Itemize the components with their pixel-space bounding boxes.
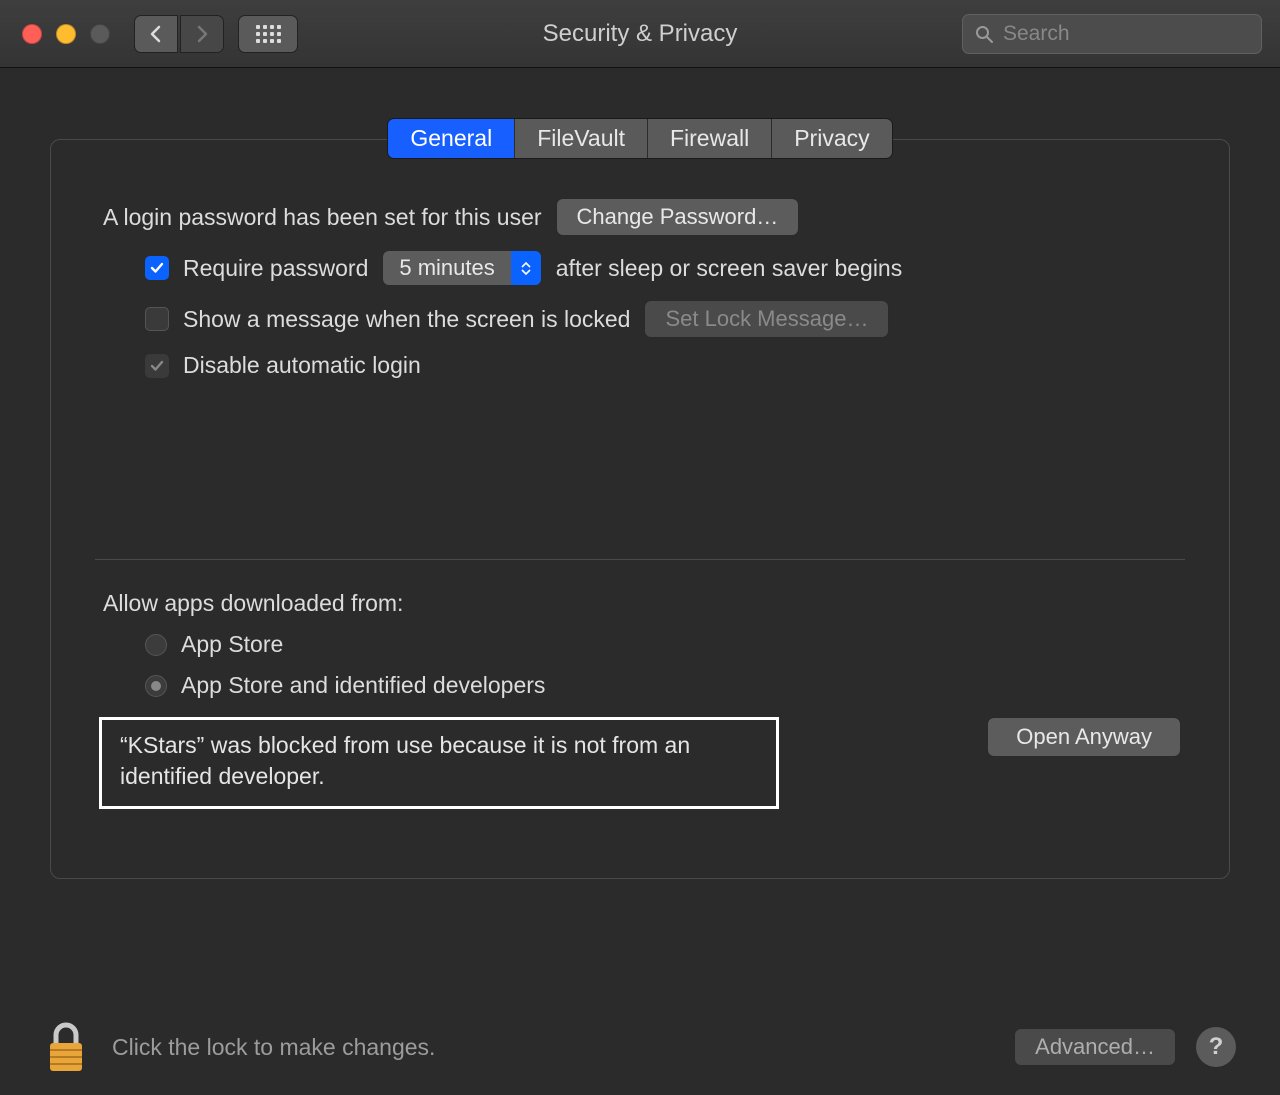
stepper-arrows-icon (511, 251, 541, 285)
disable-auto-login-checkbox (145, 354, 169, 378)
tab-privacy[interactable]: Privacy (772, 119, 891, 158)
blocked-app-message-box: “KStars” was blocked from use because it… (99, 717, 779, 809)
search-input[interactable] (1003, 22, 1274, 46)
search-field[interactable] (962, 14, 1262, 54)
help-icon: ? (1209, 1033, 1224, 1061)
require-password-checkbox[interactable] (145, 256, 169, 280)
check-icon (149, 358, 165, 374)
lock-icon (44, 1021, 88, 1073)
require-password-label-before: Require password (183, 255, 368, 282)
divider (95, 559, 1185, 560)
set-lock-message-button: Set Lock Message… (644, 300, 889, 338)
window-controls (22, 24, 110, 44)
close-window-button[interactable] (22, 24, 42, 44)
chevron-right-icon (195, 25, 209, 43)
show-all-prefs-button[interactable] (238, 15, 298, 53)
search-icon (975, 25, 993, 43)
tab-bar: General FileVault Firewall Privacy (50, 118, 1230, 159)
blocked-app-message: “KStars” was blocked from use because it… (120, 730, 758, 792)
show-lock-message-label: Show a message when the screen is locked (183, 306, 630, 333)
require-password-delay-value: 5 minutes (383, 255, 510, 281)
allow-apps-label: Allow apps downloaded from: (103, 590, 403, 617)
help-button[interactable]: ? (1196, 1027, 1236, 1067)
require-password-label-after: after sleep or screen saver begins (556, 255, 902, 282)
back-button[interactable] (134, 15, 178, 53)
toolbar: Security & Privacy (0, 0, 1280, 68)
radio-app-store-and-identified (145, 675, 167, 697)
lock-hint-label: Click the lock to make changes. (112, 1034, 435, 1061)
tab-firewall[interactable]: Firewall (648, 119, 772, 158)
require-password-delay-select[interactable]: 5 minutes (382, 250, 541, 286)
show-lock-message-checkbox (145, 307, 169, 331)
zoom-window-button (90, 24, 110, 44)
minimize-window-button[interactable] (56, 24, 76, 44)
change-password-button[interactable]: Change Password… (556, 198, 800, 236)
lock-button[interactable] (44, 1021, 88, 1073)
radio-app-store-and-identified-label: App Store and identified developers (181, 672, 545, 699)
general-panel: A login password has been set for this u… (50, 139, 1230, 879)
login-password-set-label: A login password has been set for this u… (103, 204, 542, 231)
grid-icon (256, 25, 281, 43)
tab-general[interactable]: General (388, 119, 515, 158)
chevron-left-icon (149, 25, 163, 43)
open-anyway-button[interactable]: Open Anyway (987, 717, 1181, 757)
check-icon (149, 260, 165, 276)
disable-auto-login-label: Disable automatic login (183, 352, 421, 379)
radio-app-store-label: App Store (181, 631, 283, 658)
footer: Click the lock to make changes. Advanced… (0, 1021, 1280, 1073)
advanced-button[interactable]: Advanced… (1014, 1028, 1176, 1066)
forward-button (180, 15, 224, 53)
radio-app-store (145, 634, 167, 656)
tab-filevault[interactable]: FileVault (515, 119, 648, 158)
nav-buttons (134, 15, 224, 53)
